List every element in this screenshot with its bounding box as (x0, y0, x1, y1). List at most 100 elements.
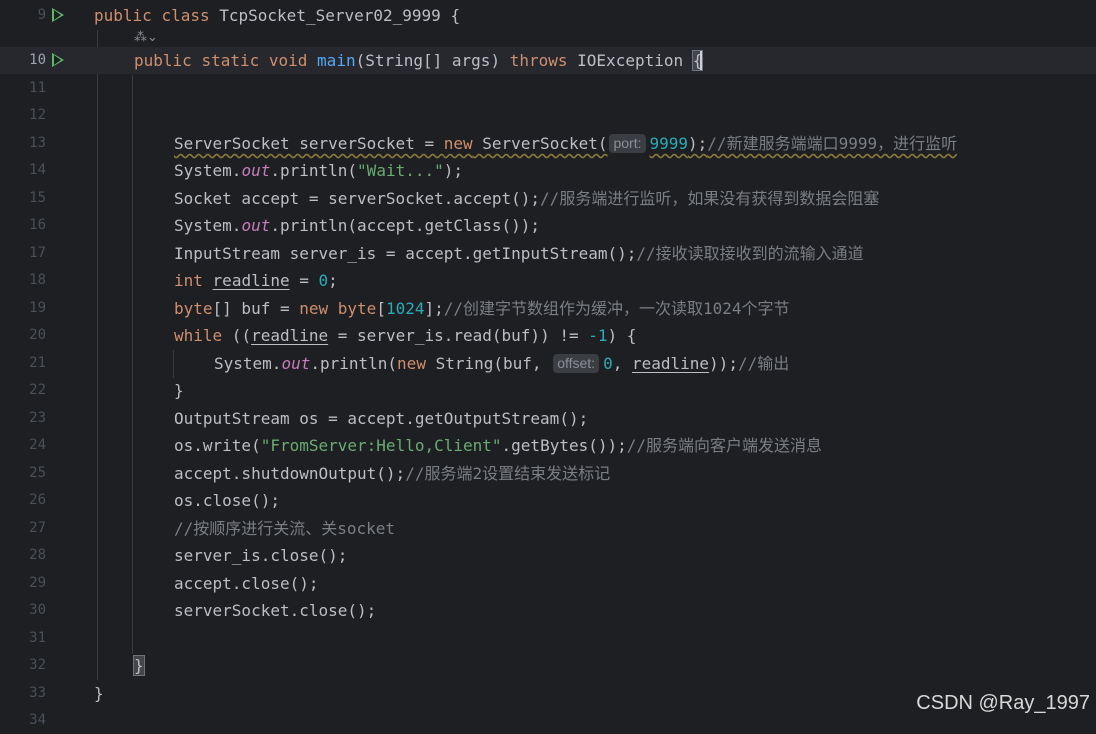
line-number: 18 (29, 272, 46, 288)
code-token: server_is.close(); (174, 546, 348, 565)
exception-type: IOException (577, 51, 684, 70)
text-caret (700, 50, 703, 70)
code-line-17[interactable]: 17 InputStream server_is = accept.getInp… (0, 240, 1096, 267)
line-number: 9 (37, 7, 46, 23)
code-token: accept.close(); (174, 574, 319, 593)
number-literal: 1024 (385, 299, 425, 318)
code-token: String(buf, (425, 354, 552, 373)
line-number: 29 (29, 575, 46, 591)
comment: //服务端进行监听，如果没有获得到数据会阻塞 (540, 189, 880, 208)
comment: //服务端向客户端发送消息 (626, 436, 823, 455)
params: (String[] args) (355, 51, 501, 70)
code-line-24[interactable]: 24 os.write("FromServer:Hello,Client".ge… (0, 432, 1096, 459)
line-number: 12 (29, 107, 46, 123)
code-text: } (133, 652, 145, 679)
code-token: (( (222, 326, 252, 345)
code-line-14[interactable]: 14 System.out.println("Wait..."); (0, 157, 1096, 184)
code-token: ); (443, 161, 464, 180)
code-token: .println( (270, 161, 358, 180)
line-number: 13 (29, 135, 46, 151)
code-line-19[interactable]: 19 byte[] buf = new byte[1024];//创建字节数组作… (0, 295, 1096, 322)
code-line-26[interactable]: 26 os.close(); (0, 487, 1096, 514)
code-token: ServerSocket( (472, 134, 608, 153)
code-text: server_is.close(); (174, 542, 347, 569)
code-line-16[interactable]: 16 System.out.println(accept.getClass())… (0, 212, 1096, 239)
run-icon[interactable] (52, 53, 64, 67)
static-field: out (241, 161, 271, 180)
code-line-9[interactable]: 9 public class TcpSocket_Server02_9999 { (0, 2, 1096, 29)
code-line-12[interactable]: 12 (0, 102, 1096, 129)
class-name: TcpSocket_Server02_9999 { (219, 6, 461, 25)
code-token: .getBytes()); (501, 436, 627, 455)
line-number: 31 (29, 630, 46, 646)
line-number: 14 (29, 162, 46, 178)
code-token: OutputStream os = accept.getOutputStream… (174, 409, 589, 428)
line-number: 11 (29, 80, 46, 96)
code-text: accept.shutdownOutput();//服务端2设置结束发送标记 (174, 460, 610, 487)
line-number: 10 (29, 52, 46, 68)
watermark: CSDN @Ray_1997 (916, 692, 1090, 714)
code-line-22[interactable]: 22 } (0, 377, 1096, 404)
code-line-11[interactable]: 11 (0, 75, 1096, 102)
code-token: )); (709, 354, 738, 373)
run-icon[interactable] (52, 8, 64, 22)
code-line-18[interactable]: 18 int readline = 0; (0, 267, 1096, 294)
code-line-15[interactable]: 15 Socket accept = serverSocket.accept()… (0, 185, 1096, 212)
code-line-23[interactable]: 23 OutputStream os = accept.getOutputStr… (0, 405, 1096, 432)
code-line-32[interactable]: 32 } (0, 652, 1096, 679)
keyword: new (397, 354, 426, 373)
code-text: System.out.println(accept.getClass()); (174, 212, 540, 239)
keyword: void (268, 51, 308, 70)
code-text: accept.close(); (174, 570, 319, 597)
code-line-28[interactable]: 28 server_is.close(); (0, 542, 1096, 569)
code-line-25[interactable]: 25 accept.shutdownOutput();//服务端2设置结束发送标… (0, 460, 1096, 487)
line-number: 33 (29, 685, 46, 701)
code-token: ; (328, 271, 338, 290)
code-text: } (94, 680, 104, 707)
code-text: public static void main(String[] args) t… (134, 47, 704, 74)
string-literal: "Wait..." (357, 161, 444, 180)
code-line-10[interactable]: 10 public static void main(String[] args… (0, 47, 1096, 74)
static-field: out (281, 354, 311, 373)
number-literal: 0 (318, 271, 329, 290)
code-line-29[interactable]: 29 accept.close(); (0, 570, 1096, 597)
code-text: //按顺序进行关流、关socket (174, 515, 395, 542)
keyword: byte (337, 299, 377, 318)
code-text: System.out.println("Wait..."); (174, 157, 463, 184)
code-line-20[interactable]: 20 while ((readline = server_is.read(buf… (0, 322, 1096, 349)
line-number: 28 (29, 547, 46, 563)
line-number: 16 (29, 217, 46, 233)
keyword: new (443, 134, 473, 153)
code-token: [ (376, 299, 386, 318)
code-line-21[interactable]: 21 System.out.println(new String(buf, of… (0, 350, 1096, 377)
keyword: int (174, 271, 203, 290)
code-token: System. (214, 354, 282, 373)
reassigned-variable: readline (212, 271, 290, 290)
comment: //按顺序进行关流、关socket (174, 519, 396, 538)
line-number: 22 (29, 382, 46, 398)
code-line-31[interactable]: 31 (0, 625, 1096, 652)
code-token: ); (688, 134, 708, 153)
code-editor[interactable]: 9 public class TcpSocket_Server02_9999 {… (0, 0, 1096, 728)
code-line-30[interactable]: 30 serverSocket.close(); (0, 597, 1096, 624)
code-line-13[interactable]: 13 ServerSocket serverSocket = new Serve… (0, 130, 1096, 157)
code-token: .println( (310, 354, 398, 373)
code-text: InputStream server_is = accept.getInputS… (174, 240, 864, 267)
code-token: = (289, 271, 319, 290)
code-token: accept.shutdownOutput(); (174, 464, 406, 483)
code-line-27[interactable]: 27 //按顺序进行关流、关socket (0, 515, 1096, 542)
line-number: 20 (29, 327, 46, 343)
parameter-hint: port: (609, 134, 646, 153)
keyword: byte (174, 299, 213, 318)
line-number: 15 (29, 190, 46, 206)
line-number: 24 (29, 437, 46, 453)
line-number: 30 (29, 602, 46, 618)
code-text: os.write("FromServer:Hello,Client".getBy… (174, 432, 822, 459)
code-token: os.close(); (174, 491, 280, 510)
comment: //创建字节数组作为缓冲，一次读取1024个字节 (443, 299, 790, 318)
code-token: ) { (607, 326, 637, 345)
line-number: 32 (29, 657, 46, 673)
reassigned-variable: readline (251, 326, 329, 345)
code-token: [] buf = (212, 299, 300, 318)
code-vision-icon[interactable]: ⁂⌄ (134, 28, 158, 48)
